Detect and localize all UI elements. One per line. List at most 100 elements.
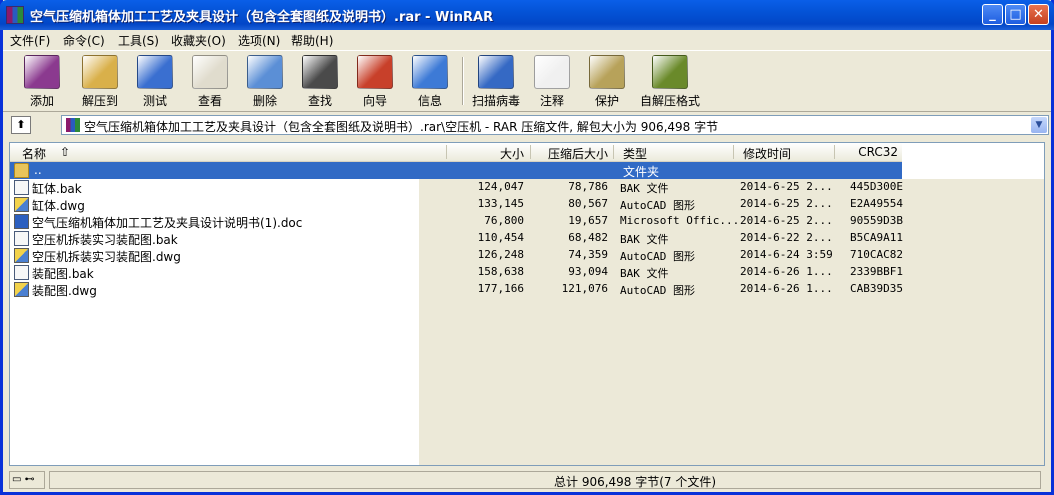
parent-folder-name: .. xyxy=(34,163,42,177)
column-modified[interactable]: 修改时间 xyxy=(743,145,791,162)
file-size: 124,047 xyxy=(477,180,524,193)
column-size[interactable]: 大小 xyxy=(446,145,524,162)
file-row[interactable]: 空气压缩机箱体加工工艺及夹具设计说明书(1).doc 76,800 19,657… xyxy=(10,213,903,230)
maximize-button[interactable]: □ xyxy=(1005,4,1026,25)
virus-scan-button[interactable]: 扫描病毒 xyxy=(469,53,523,109)
wizard-button[interactable]: 向导 xyxy=(348,53,402,109)
file-name: 空压机拆装实习装配图.dwg xyxy=(32,250,181,264)
file-name: 空气压缩机箱体加工工艺及夹具设计说明书(1).doc xyxy=(32,216,303,230)
menu-help[interactable]: 帮助(H) xyxy=(291,32,333,49)
file-list[interactable]: 名称 ⇧ 大小 压缩后大小 类型 修改时间 CRC32 .. 文件夹 缸体.ba… xyxy=(9,142,1045,466)
file-name: 空压机拆装实习装配图.bak xyxy=(32,233,178,247)
file-size: 76,800 xyxy=(484,214,524,227)
virus-scan-icon xyxy=(478,55,514,89)
minimize-button[interactable]: _ xyxy=(982,4,1003,25)
up-folder-button[interactable]: ⬆ xyxy=(11,116,31,134)
address-path: 空气压缩机箱体加工工艺及夹具设计（包含全套图纸及说明书）.rar\空压机 - R… xyxy=(84,120,719,134)
info-label: 信息 xyxy=(417,94,442,108)
drive-key-icon[interactable]: ▭ ⊷ xyxy=(9,471,45,489)
parent-folder-row[interactable]: .. 文件夹 xyxy=(10,162,902,179)
file-modified: 2014-6-25 2... xyxy=(740,214,833,227)
column-type[interactable]: 类型 xyxy=(623,145,647,162)
column-packed[interactable]: 压缩后大小 xyxy=(530,145,608,162)
file-type: BAK 文件 xyxy=(620,233,669,246)
menu-tools[interactable]: 工具(S) xyxy=(118,32,159,49)
column-header: 名称 ⇧ 大小 压缩后大小 类型 修改时间 CRC32 xyxy=(10,143,902,162)
sfx-label: 自解压格式 xyxy=(639,94,700,108)
file-crc: CAB39D35 xyxy=(850,282,903,295)
file-modified: 2014-6-26 1... xyxy=(740,282,833,295)
file-row[interactable]: 缸体.bak 124,047 78,786 BAK 文件 2014-6-25 2… xyxy=(10,179,903,196)
file-row[interactable]: 空压机拆装实习装配图.dwg 126,248 74,359 AutoCAD 图形… xyxy=(10,247,903,264)
parent-folder-type: 文件夹 xyxy=(623,165,660,179)
add-button[interactable]: 添加 xyxy=(15,53,69,109)
column-name[interactable]: 名称 xyxy=(22,145,46,162)
status-bar: ▭ ⊷ 总计 906,498 字节(7 个文件) xyxy=(9,471,1045,491)
file-modified: 2014-6-22 2... xyxy=(740,231,833,244)
find-button[interactable]: 查找 xyxy=(293,53,347,109)
view-icon xyxy=(192,55,228,89)
file-crc: 90559D3B xyxy=(850,214,903,227)
file-crc: 2339BBF1 xyxy=(850,265,903,278)
winrar-window: 空气压缩机箱体加工工艺及夹具设计（包含全套图纸及说明书）.rar - WinRA… xyxy=(0,0,1054,495)
file-packed-size: 68,482 xyxy=(568,231,608,244)
file-crc: 710CAC82 xyxy=(850,248,903,261)
bak-file-icon xyxy=(14,231,29,246)
column-divider[interactable] xyxy=(613,145,614,159)
sfx-button[interactable]: 自解压格式 xyxy=(640,53,700,109)
menu-commands[interactable]: 命令(C) xyxy=(63,32,105,49)
file-row[interactable]: 缸体.dwg 133,145 80,567 AutoCAD 图形 2014-6-… xyxy=(10,196,903,213)
protect-label: 保护 xyxy=(594,94,619,108)
file-packed-size: 74,359 xyxy=(568,248,608,261)
archive-icon xyxy=(66,118,80,132)
test-button[interactable]: 测试 xyxy=(128,53,182,109)
file-modified: 2014-6-24 3:59 xyxy=(740,248,833,261)
view-button[interactable]: 查看 xyxy=(183,53,237,109)
comment-button[interactable]: 注释 xyxy=(525,53,579,109)
chevron-down-icon[interactable]: ▼ xyxy=(1031,117,1047,133)
file-modified: 2014-6-25 2... xyxy=(740,197,833,210)
file-packed-size: 93,094 xyxy=(568,265,608,278)
file-modified: 2014-6-25 2... xyxy=(740,180,833,193)
delete-button[interactable]: 删除 xyxy=(238,53,292,109)
file-row[interactable]: 空压机拆装实习装配图.bak 110,454 68,482 BAK 文件 201… xyxy=(10,230,903,247)
extract-to-button[interactable]: 解压到 xyxy=(73,53,127,109)
info-button[interactable]: 信息 xyxy=(403,53,457,109)
file-packed-size: 78,786 xyxy=(568,180,608,193)
file-packed-size: 19,657 xyxy=(568,214,608,227)
menu-file[interactable]: 文件(F) xyxy=(10,32,50,49)
file-row[interactable]: 装配图.bak 158,638 93,094 BAK 文件 2014-6-26 … xyxy=(10,264,903,281)
file-type: AutoCAD 图形 xyxy=(620,199,695,212)
menu-favorites[interactable]: 收藏夹(O) xyxy=(171,32,226,49)
file-row[interactable]: 装配图.dwg 177,166 121,076 AutoCAD 图形 2014-… xyxy=(10,281,903,298)
address-field[interactable]: 空气压缩机箱体加工工艺及夹具设计（包含全套图纸及说明书）.rar\空压机 - R… xyxy=(61,115,1049,135)
file-packed-size: 80,567 xyxy=(568,197,608,210)
find-icon xyxy=(302,55,338,89)
wizard-icon xyxy=(357,55,393,89)
dwg-file-icon xyxy=(14,248,29,263)
test-icon xyxy=(137,55,173,89)
file-type: BAK 文件 xyxy=(620,267,669,280)
folder-icon xyxy=(14,163,29,178)
protect-icon xyxy=(589,55,625,89)
address-bar: ⬆ 空气压缩机箱体加工工艺及夹具设计（包含全套图纸及说明书）.rar\空压机 -… xyxy=(3,112,1051,138)
protect-button[interactable]: 保护 xyxy=(580,53,634,109)
dwg-file-icon xyxy=(14,282,29,297)
file-type: Microsoft Offic... xyxy=(620,214,740,227)
title-bar[interactable]: 空气压缩机箱体加工工艺及夹具设计（包含全套图纸及说明书）.rar - WinRA… xyxy=(0,0,1054,30)
file-crc: B5CA9A11 xyxy=(850,231,903,244)
window-title: 空气压缩机箱体加工工艺及夹具设计（包含全套图纸及说明书）.rar - WinRA… xyxy=(30,10,494,25)
menu-bar: 文件(F) 命令(C) 工具(S) 收藏夹(O) 选项(N) 帮助(H) xyxy=(3,30,1051,49)
menu-options[interactable]: 选项(N) xyxy=(238,32,280,49)
close-button[interactable]: ✕ xyxy=(1028,4,1049,25)
comment-icon xyxy=(534,55,570,89)
winrar-app-icon[interactable] xyxy=(6,6,24,24)
file-crc: 445D300E xyxy=(850,180,903,193)
column-divider[interactable] xyxy=(733,145,734,159)
file-type: AutoCAD 图形 xyxy=(620,250,695,263)
file-size: 126,248 xyxy=(477,248,524,261)
file-crc: E2A49554 xyxy=(850,197,903,210)
doc-file-icon xyxy=(14,214,29,229)
column-crc[interactable]: CRC32 xyxy=(834,145,898,159)
file-type: BAK 文件 xyxy=(620,182,669,195)
